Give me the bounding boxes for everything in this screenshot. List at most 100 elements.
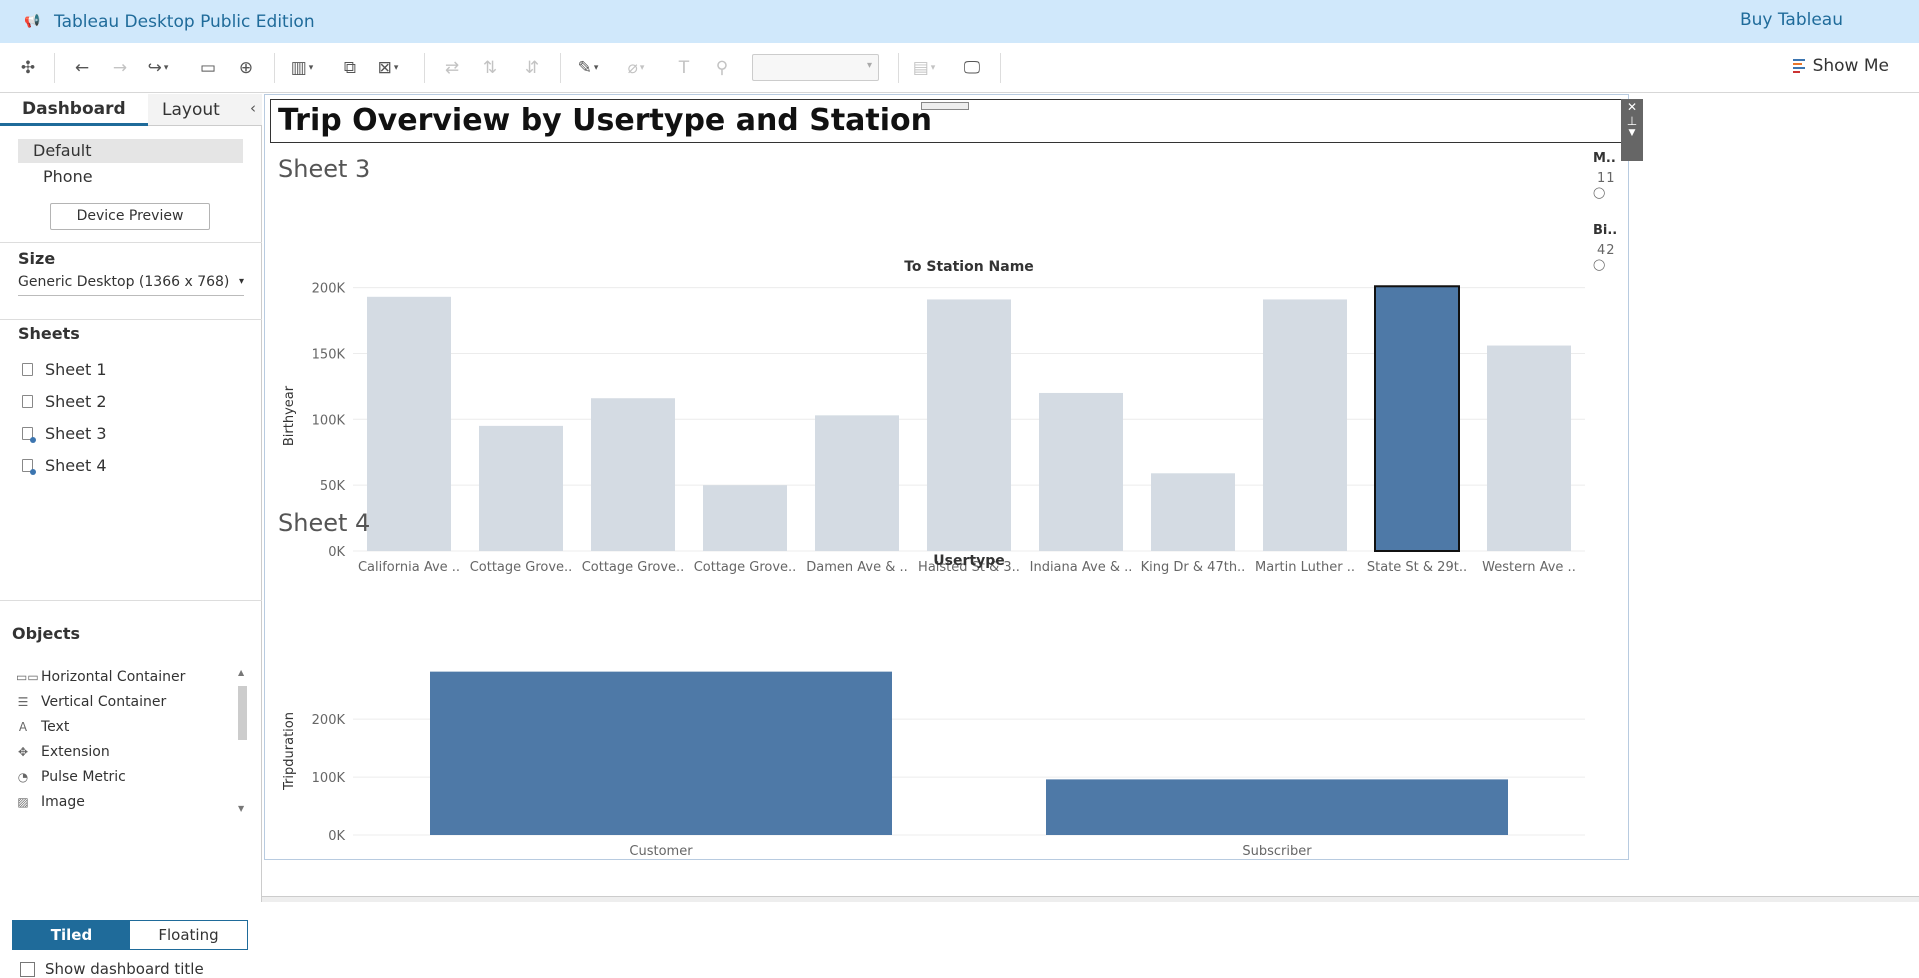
show-me-icon xyxy=(1792,59,1805,73)
new-data-source-icon[interactable]: ⊕ xyxy=(234,56,258,80)
labels-icon[interactable]: T xyxy=(672,56,696,80)
bar[interactable] xyxy=(815,415,899,551)
floating-button[interactable]: Floating xyxy=(130,921,247,949)
show-cards-icon[interactable]: ▤ ▾ xyxy=(912,56,936,80)
legend-m[interactable]: M.. 11 ◯ xyxy=(1593,151,1616,199)
duplicate-sheet-icon[interactable]: ⧉ xyxy=(338,56,362,80)
more-options-icon[interactable]: ▼ xyxy=(1621,128,1643,138)
redo-icon[interactable]: → xyxy=(108,56,132,80)
left-panel: Dashboard Layout ‹ Default Phone Device … xyxy=(0,94,262,978)
bar[interactable] xyxy=(1039,392,1123,551)
replay-icon[interactable]: ↪ ▾ xyxy=(146,56,170,80)
object-horizontal-container[interactable]: ▭▭ Horizontal Container xyxy=(12,664,248,689)
pin-icon[interactable]: ⊥ xyxy=(1621,114,1643,128)
object-pulse-metric[interactable]: ◔ Pulse Metric xyxy=(12,764,248,789)
undo-icon[interactable]: ← xyxy=(70,56,94,80)
tab-layout[interactable]: Layout xyxy=(148,94,262,126)
y-tick-label: 100K xyxy=(312,771,346,786)
x-tick-label: Customer xyxy=(629,844,693,855)
sheet-item-4[interactable]: Sheet 4 xyxy=(22,453,107,477)
bar[interactable] xyxy=(479,425,563,551)
object-vertical-container[interactable]: ☰ Vertical Container xyxy=(12,689,248,714)
sort-descending-icon[interactable]: ⇵ xyxy=(520,56,544,80)
sheet-item-1[interactable]: Sheet 1 xyxy=(22,357,107,381)
sheet4-bar-chart[interactable]: Usertype Tripduration 0K 100K 200K Customer Su… xyxy=(265,545,1585,855)
worksheet-icon xyxy=(22,394,33,408)
tab-dashboard[interactable]: Dashboard xyxy=(0,94,148,126)
bar[interactable] xyxy=(1263,299,1347,551)
y-tick-label: 150K xyxy=(312,347,346,362)
object-text[interactable]: A Text xyxy=(12,714,248,739)
y-axis-label: Birthyear xyxy=(282,385,297,446)
show-me-button[interactable]: Show Me xyxy=(1792,56,1889,76)
megaphone-icon: 📢 xyxy=(24,14,41,29)
bar[interactable] xyxy=(591,398,675,551)
size-heading: Size xyxy=(18,249,56,268)
sort-ascending-icon[interactable]: ⇅ xyxy=(478,56,502,80)
bar[interactable] xyxy=(367,296,451,551)
y-axis-label: Tripduration xyxy=(282,712,297,791)
x-tick-label: Subscriber xyxy=(1242,844,1312,855)
device-phone[interactable]: Phone xyxy=(18,165,243,189)
scroll-up-icon[interactable]: ▲ xyxy=(238,668,244,677)
new-worksheet-icon[interactable]: ▥ ▾ xyxy=(290,56,314,80)
device-default[interactable]: Default xyxy=(18,139,243,163)
y-tick-label: 200K xyxy=(312,282,346,297)
show-title-checkbox[interactable] xyxy=(20,961,35,977)
buy-tableau-link[interactable]: Buy Tableau xyxy=(1740,10,1843,30)
object-image[interactable]: ▨ Image xyxy=(12,789,248,814)
y-tick-label: 50K xyxy=(320,479,346,494)
bar-selected[interactable] xyxy=(1374,285,1460,553)
worksheet-used-icon xyxy=(22,458,36,475)
collapse-panel-icon[interactable]: ‹ xyxy=(250,99,256,117)
fit-dropdown[interactable] xyxy=(752,54,879,81)
scroll-down-icon[interactable]: ▼ xyxy=(238,804,244,813)
dashboard-canvas: Trip Overview by Usertype and Station ✕ … xyxy=(264,94,1643,860)
sheet-tabs-bar[interactable] xyxy=(262,896,1919,902)
close-icon[interactable]: ✕ xyxy=(1621,99,1643,114)
text-icon: A xyxy=(18,719,28,734)
layout-mode-toggle: Tiled Floating xyxy=(12,920,248,950)
bar[interactable] xyxy=(430,671,892,835)
chart-header-label: Usertype xyxy=(933,553,1004,569)
objects-scrollbar[interactable]: ▲ ▼ xyxy=(236,668,248,814)
sheet3-title: Sheet 3 xyxy=(278,155,371,183)
y-tick-label: 200K xyxy=(312,713,346,728)
sheet-item-3[interactable]: Sheet 3 xyxy=(22,421,107,445)
objects-heading: Objects xyxy=(12,624,81,643)
legend-bi[interactable]: Bi.. 42 ◯ xyxy=(1593,223,1617,271)
worksheet-used-icon xyxy=(22,426,36,443)
object-extension[interactable]: ✥ Extension xyxy=(12,739,248,764)
swap-rows-columns-icon[interactable]: ⇄ xyxy=(440,56,464,80)
extension-icon: ✥ xyxy=(17,744,29,759)
clear-sheet-icon[interactable]: ⊠ ▾ xyxy=(376,56,400,80)
move-handle[interactable] xyxy=(921,102,969,110)
toolbar: ✣ ← → ↪▾ ▭ ⊕ ▥▾ ⧉ ⊠▾ ⇄ ⇅ ⇵ ✎▾ ⌀▾ T ⚲ ▤▾ … xyxy=(0,43,1919,93)
y-tick-label: 100K xyxy=(312,413,346,428)
highlight-icon[interactable]: ✎ ▾ xyxy=(576,56,600,80)
tiled-button[interactable]: Tiled xyxy=(13,921,130,949)
bar[interactable] xyxy=(1487,345,1571,551)
sheet-item-2[interactable]: Sheet 2 xyxy=(22,389,107,413)
bar[interactable] xyxy=(927,299,1011,551)
show-dashboard-title-option[interactable]: Show dashboard title xyxy=(20,960,204,978)
bar[interactable] xyxy=(703,485,787,551)
sheet4-title: Sheet 4 xyxy=(278,509,371,537)
tableau-logo-icon[interactable]: ✣ xyxy=(16,56,40,80)
objects-list: ▭▭ Horizontal Container ☰ Vertical Contain… xyxy=(12,664,248,816)
presentation-mode-icon[interactable]: 🖵 xyxy=(960,56,984,80)
chart-header-label: To Station Name xyxy=(904,259,1034,275)
legend-size-icon: ◯ xyxy=(1593,186,1606,199)
pin-axes-icon[interactable]: ⚲ xyxy=(710,56,734,80)
sheets-heading: Sheets xyxy=(18,324,80,343)
y-tick-label: 0K xyxy=(328,829,345,844)
title-controls: ✕ ⊥ ▼ xyxy=(1621,99,1643,161)
save-icon[interactable]: ▭ xyxy=(196,56,220,80)
size-dropdown[interactable]: Generic Desktop (1366 x 768) xyxy=(18,274,244,296)
bar[interactable] xyxy=(1151,473,1235,551)
bar[interactable] xyxy=(1046,779,1508,835)
group-icon[interactable]: ⌀ ▾ xyxy=(624,56,648,80)
sheet3-bar-chart[interactable]: To Station NameBirthyear0K50K100K150K200… xyxy=(265,191,1585,581)
vertical-container-icon: ☰ xyxy=(17,694,29,709)
device-preview-button[interactable]: Device Preview xyxy=(50,203,210,230)
